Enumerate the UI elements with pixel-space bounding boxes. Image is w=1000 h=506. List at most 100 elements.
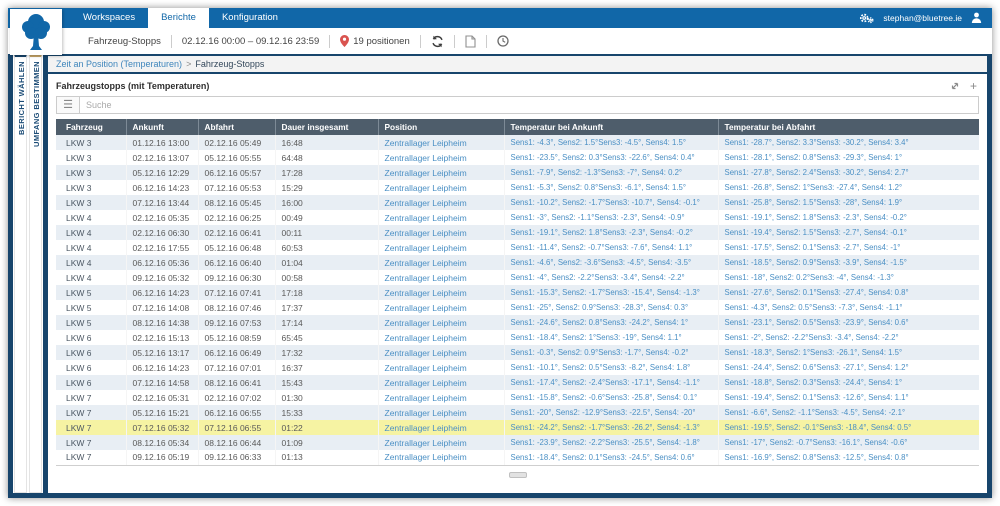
search-input[interactable] (80, 96, 979, 114)
cell-position: Zentrallager Leipheim (377, 135, 504, 150)
cell-temp-departure: Sens1: -18°, Sens2: 0.2°Sens3: -4°, Sens… (717, 270, 979, 285)
cell-position: Zentrallager Leipheim (377, 150, 504, 165)
table-row[interactable]: LKW 7 05.12.16 15:21 06.12.16 06:55 15:33 Ze… (56, 405, 979, 420)
cell-temp-arrival: Sens1: -23.5°, Sens2: 0.3°Sens3: -22.6°,… (503, 150, 718, 165)
position-link[interactable]: Zentrallager Leipheim (385, 168, 467, 178)
add-icon[interactable]: + (970, 80, 977, 92)
position-link[interactable]: Zentrallager Leipheim (385, 198, 467, 208)
cell-vehicle: LKW 4 (66, 272, 92, 283)
table-row[interactable]: LKW 4 06.12.16 05:36 06.12.16 06:40 01:04 Ze… (56, 255, 979, 270)
position-link[interactable]: Zentrallager Leipheim (385, 303, 467, 313)
position-link[interactable]: Zentrallager Leipheim (385, 288, 467, 298)
position-link[interactable]: Zentrallager Leipheim (385, 213, 467, 223)
app-window: Workspaces Berichte Konfiguration stepha… (8, 8, 992, 498)
position-link[interactable]: Zentrallager Leipheim (385, 138, 467, 148)
position-link[interactable]: Zentrallager Leipheim (385, 452, 467, 462)
position-link[interactable]: Zentrallager Leipheim (385, 378, 467, 388)
table-row[interactable]: LKW 6 07.12.16 14:58 08.12.16 06:41 15:43 Ze… (56, 375, 979, 390)
table-row[interactable]: LKW 7 08.12.16 05:34 08.12.16 06:44 01:09 Ze… (56, 435, 979, 450)
table-row[interactable]: LKW 7 07.12.16 05:32 07.12.16 06:55 01:22 Ze… (56, 420, 979, 435)
cell-temp-departure: Sens1: -19.4°, Sens2: 1.5°Sens3: -2.7°, … (717, 225, 979, 240)
menu-icon[interactable]: ☰ (56, 96, 80, 114)
table-row[interactable]: LKW 4 02.12.16 17:55 05.12.16 06:48 60:53 Ze… (56, 240, 979, 255)
position-link[interactable]: Zentrallager Leipheim (385, 348, 467, 358)
position-link[interactable]: Zentrallager Leipheim (385, 183, 467, 193)
position-link[interactable]: Zentrallager Leipheim (385, 408, 467, 418)
column-header[interactable]: Position (377, 119, 504, 135)
table-row[interactable]: LKW 6 06.12.16 14:23 07.12.16 07:01 16:37 Ze… (56, 360, 979, 375)
position-link[interactable]: Zentrallager Leipheim (385, 243, 467, 253)
table-row[interactable]: LKW 3 06.12.16 14:23 07.12.16 05:53 15:29 Ze… (56, 180, 979, 195)
cell-temp-departure: Sens1: -19.5°, Sens2: -0.1°Sens3: -18.4°… (717, 420, 979, 435)
table-row[interactable]: LKW 6 02.12.16 15:13 05.12.16 08:59 65:45 Ze… (56, 330, 979, 345)
cell-vehicle: LKW 7 (56, 450, 126, 466)
cell-position: Zentrallager Leipheim (377, 255, 504, 270)
table-row[interactable]: LKW 3 01.12.16 13:00 02.12.16 05:49 16:48 Ze… (56, 135, 979, 150)
cell-departure: 05.12.16 06:48 (197, 240, 275, 255)
toolbar-divider (419, 34, 421, 48)
date-range[interactable]: 02.12.16 00:00 – 09.12.16 23:59 (182, 36, 319, 47)
user-email[interactable]: stephan@bluetree.ie (883, 13, 962, 23)
table-row[interactable]: LKW 3 05.12.16 12:29 06.12.16 05:57 17:28 Ze… (56, 165, 979, 180)
table-row[interactable]: LKW 5 06.12.16 14:23 07.12.16 07:41 17:18 Ze… (56, 285, 979, 300)
cell-temp-departure: Sens1: -27.6°, Sens2: 0.1°Sens3: -27.4°,… (717, 285, 979, 300)
table-row[interactable]: LKW 3 07.12.16 13:44 08.12.16 05:45 16:00 Ze… (56, 195, 979, 210)
sidebar-tab-umfang-bestimmen[interactable]: UMFANG BESTIMMEN (29, 54, 42, 493)
cell-position: Zentrallager Leipheim (377, 390, 504, 405)
cell-temp-departure: Sens1: -19.1°, Sens2: 1.8°Sens3: -2.3°, … (717, 210, 979, 225)
position-link[interactable]: Zentrallager Leipheim (385, 363, 467, 373)
horizontal-scrollbar-thumb[interactable] (508, 471, 527, 478)
cell-temp-departure: Sens1: -6.6°, Sens2: -1.1°Sens3: -4.5°, … (717, 405, 979, 420)
cell-arrival: 08.12.16 05:34 (125, 435, 198, 450)
table-row[interactable]: LKW 7 02.12.16 05:31 02.12.16 07:02 01:30 Ze… (56, 390, 979, 405)
position-link[interactable]: Zentrallager Leipheim (385, 393, 467, 403)
column-header[interactable]: Temperatur bei Abfahrt (717, 119, 979, 135)
refresh-icon[interactable] (431, 35, 444, 48)
cell-arrival: 06.12.16 14:23 (125, 180, 198, 195)
expand-icon[interactable] (950, 81, 960, 91)
breadcrumb-link[interactable]: Zeit an Position (Temperaturen) (56, 59, 182, 69)
table-row[interactable]: LKW 7 09.12.16 05:19 09.12.16 06:33 01:13 Ze… (56, 450, 979, 466)
sidebar-tab-bericht-waehlen[interactable]: BERICHT WÄHLEN (14, 54, 27, 493)
table-row[interactable]: LKW 5 07.12.16 14:08 08.12.16 07:46 17:37 Ze… (56, 300, 979, 315)
nav-konfiguration[interactable]: Konfiguration (209, 8, 291, 28)
nav-berichte[interactable]: Berichte (148, 8, 209, 28)
position-link[interactable]: Zentrallager Leipheim (385, 333, 467, 343)
table-row[interactable]: LKW 5 08.12.16 14:38 09.12.16 07:53 17:14 Ze… (56, 315, 979, 330)
position-link[interactable]: Zentrallager Leipheim (385, 423, 467, 433)
position-link[interactable]: Zentrallager Leipheim (385, 273, 467, 283)
clock-icon[interactable] (497, 35, 509, 47)
cogs-icon[interactable] (859, 12, 874, 24)
position-link[interactable]: Zentrallager Leipheim (385, 153, 467, 163)
position-link[interactable]: Zentrallager Leipheim (385, 228, 467, 238)
table-row[interactable]: LKW 4 02.12.16 05:35 02.12.16 06:25 00:49 Ze… (56, 210, 979, 225)
column-header[interactable]: Fahrzeug (56, 119, 126, 135)
nav-workspaces[interactable]: Workspaces (70, 8, 148, 28)
position-link[interactable]: Zentrallager Leipheim (385, 318, 467, 328)
column-header[interactable]: Abfahrt (197, 119, 275, 135)
bluetree-logo[interactable] (10, 9, 62, 55)
position-link[interactable]: Zentrallager Leipheim (385, 258, 467, 268)
export-document-icon[interactable] (465, 34, 476, 48)
table-row[interactable]: LKW 4 09.12.16 05:32 09.12.16 06:30 00:58 Ze… (56, 270, 979, 285)
cell-temp-departure: Sens1: -17.5°, Sens2: 0.1°Sens3: -2.7°, … (717, 240, 979, 255)
report-panel: Fahrzeugstopps (mit Temperaturen) + ☰ Su… (48, 74, 987, 493)
positions-indicator[interactable]: 19 positionen (340, 35, 410, 47)
table-row[interactable]: LKW 3 02.12.16 13:07 05.12.16 05:55 64:48 Ze… (56, 150, 979, 165)
table-row[interactable]: LKW 4 02.12.16 06:30 02.12.16 06:41 00:11 Ze… (56, 225, 979, 240)
cell-vehicle: LKW 5 (56, 285, 126, 300)
cell-vehicle: LKW 4 (66, 212, 92, 223)
column-header[interactable]: Temperatur bei Ankunft (503, 119, 718, 135)
table-body: LKW 3 01.12.16 13:00 02.12.16 05:49 16:48 Ze… (56, 135, 979, 466)
tree-icon (22, 14, 50, 50)
cell-departure: 09.12.16 06:33 (197, 450, 275, 466)
column-header[interactable]: Ankunft (125, 119, 198, 135)
cell-departure: 07.12.16 06:55 (197, 420, 275, 435)
table-row[interactable]: LKW 6 05.12.16 13:17 06.12.16 06:49 17:32 Ze… (56, 345, 979, 360)
position-link[interactable]: Zentrallager Leipheim (385, 438, 467, 448)
column-header[interactable]: Dauer insgesamt (274, 119, 378, 135)
cell-position: Zentrallager Leipheim (377, 405, 504, 420)
cell-duration: 60:53 (274, 240, 378, 255)
cell-vehicle: LKW 3 (66, 182, 92, 193)
user-icon[interactable] (971, 12, 982, 24)
